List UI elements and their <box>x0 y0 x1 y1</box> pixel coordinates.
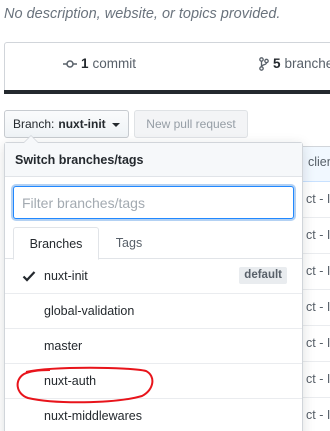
menu-tabs: Branches Tags <box>5 227 302 260</box>
branches-label: branches <box>284 56 330 71</box>
new-pull-request-button[interactable]: New pull request <box>134 110 248 138</box>
repo-description: No description, website, or topics provi… <box>4 6 281 22</box>
branch-name: nuxt-init <box>44 269 88 283</box>
branch-item-global-validation[interactable]: global-validation <box>5 294 302 329</box>
branch-select-prefix: Branch: <box>13 117 55 131</box>
commits-count: 1 <box>81 56 89 71</box>
commits-label: commit <box>92 56 137 71</box>
tab-branches[interactable]: Branches <box>13 227 99 260</box>
branch-select-value: nuxt-init <box>58 117 106 131</box>
branch-name: master <box>44 339 83 353</box>
branch-select-button[interactable]: Branch: nuxt-init <box>4 110 129 138</box>
branch-item-nuxt-init[interactable]: nuxt-init default <box>5 259 302 294</box>
numbers-summary: 1 commit 5 branches <box>4 42 330 94</box>
menu-pointer <box>23 135 39 143</box>
tab-tags[interactable]: Tags <box>101 227 157 259</box>
menu-title: Switch branches/tags <box>5 143 302 177</box>
branch-item-master[interactable]: master <box>5 329 302 364</box>
branches-link[interactable]: 5 branches <box>259 56 330 71</box>
red-circle-annotation <box>16 366 154 404</box>
git-commit-icon <box>63 59 77 69</box>
branch-name: global-validation <box>44 304 135 318</box>
branch-list: nuxt-init default global-validation mast… <box>5 259 302 431</box>
repo-page: No description, website, or topics provi… <box>0 0 330 431</box>
commits-link[interactable]: 1 commit <box>63 56 136 71</box>
default-badge: default <box>239 267 287 284</box>
triangle-down-icon <box>111 122 120 127</box>
language-bar <box>4 90 330 94</box>
git-branch-icon <box>259 56 269 71</box>
check-icon <box>22 269 36 283</box>
branches-count: 5 <box>273 56 281 71</box>
branch-filter-input[interactable] <box>13 186 294 219</box>
branch-name: nuxt-middlewares <box>44 409 142 423</box>
